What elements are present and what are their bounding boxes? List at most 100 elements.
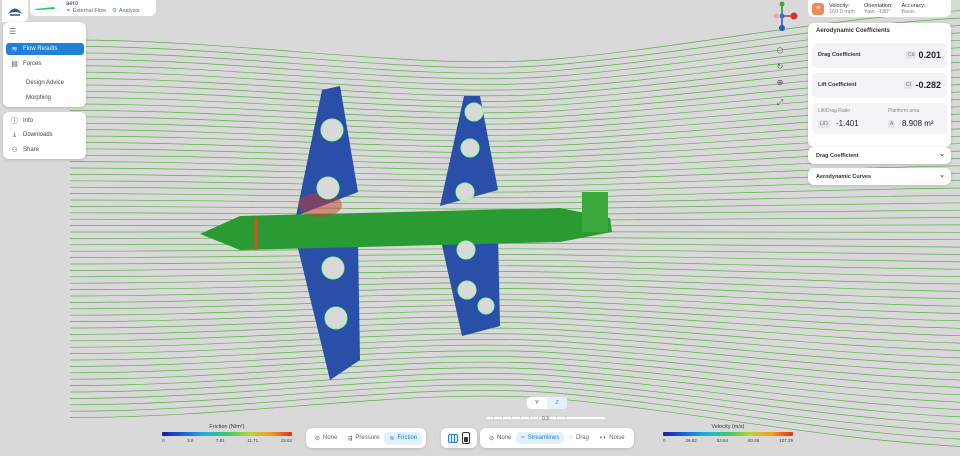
surface-none-option[interactable]: ⊘ None xyxy=(310,432,342,445)
streamlines-icon: ≈ xyxy=(521,435,525,441)
none-icon: ⊘ xyxy=(315,435,321,442)
legend-tick: 15.62 xyxy=(280,438,292,443)
streamline xyxy=(69,310,960,337)
velocity-value: 160.0 mph xyxy=(829,8,855,15)
flow-none-option[interactable]: ⊘ None xyxy=(484,432,516,445)
flow-drag-option[interactable]: ◌ Drag xyxy=(564,432,594,444)
fuselage xyxy=(200,208,612,250)
streamline xyxy=(69,276,960,292)
fullscreen-icon[interactable]: ⤢ xyxy=(773,98,787,110)
streamline xyxy=(69,333,960,366)
surface-mode-selector: ⊘ None ⇶ Pressure ≋ Friction xyxy=(306,428,427,448)
area-label: Planform area xyxy=(888,108,920,114)
project-name: aero xyxy=(66,1,79,7)
ld-value: -1.401 xyxy=(836,119,859,128)
legend-tick: 107.29 xyxy=(779,438,793,443)
drag-icon: ◌ xyxy=(569,435,573,441)
toggle-icon[interactable] xyxy=(462,432,470,444)
orientation-label: Orientation: xyxy=(864,2,893,9)
grid-icon[interactable] xyxy=(448,433,458,443)
nav-item-downloads[interactable]: ⤓ Downloads xyxy=(6,129,84,141)
color-scale xyxy=(663,432,793,436)
aerodynamic-coefficients-panel: Aerodynamic Coefficients Drag Coefficien… xyxy=(808,23,951,147)
lift-value: -0.282 xyxy=(915,80,941,90)
area-badge: A xyxy=(888,120,896,128)
axis-y-button[interactable]: Y xyxy=(527,397,547,409)
drag-coefficient-dropdown[interactable]: Drag Coefficient ⌄ xyxy=(808,147,951,164)
flow-icon: ≋ xyxy=(11,46,18,53)
flow-noise-option[interactable]: ◖◗ Noise xyxy=(594,432,630,444)
nav-item-design-advice[interactable]: Design Advice xyxy=(6,77,84,89)
legend-tick: 3.9 xyxy=(187,438,194,443)
nav-item-forces[interactable]: ▤ Forces xyxy=(6,58,84,70)
legend-title: Velocity (m/s) xyxy=(711,424,745,430)
nav-item-flow-results[interactable]: ≋ Flow Results xyxy=(6,43,84,55)
cube-view-icon[interactable]: ⬡ xyxy=(773,46,787,58)
share-icon: ⚇ xyxy=(11,147,18,154)
streamline xyxy=(69,259,960,270)
flow-streamlines-option[interactable]: ≈ Streamlines xyxy=(516,432,565,444)
flow-mode-selector: ⊘ None ≈ Streamlines ◌ Drag ◖◗ Noise xyxy=(480,428,634,448)
streamline xyxy=(69,316,960,344)
slider-value: 0.3 xyxy=(542,416,549,422)
streamline xyxy=(69,242,960,248)
surface-pressure-option[interactable]: ⇶ Pressure xyxy=(342,432,384,445)
legend-tick: 0 xyxy=(162,438,165,443)
aerodynamic-curves-dropdown[interactable]: Aerodynamic Curves ⌄ xyxy=(808,168,951,185)
legend-tick: 26.82 xyxy=(685,438,697,443)
nav-item-info[interactable]: ⓘ Info xyxy=(6,115,84,127)
streamline xyxy=(69,373,960,418)
surface-friction-option[interactable]: ≋ Friction xyxy=(384,431,423,445)
rotate-icon[interactable]: ↻ xyxy=(773,62,787,74)
noise-icon: ◖◗ xyxy=(598,435,607,441)
lift-label: Lift Coefficient xyxy=(818,82,857,88)
color-scale xyxy=(162,432,292,436)
forces-icon: ▤ xyxy=(11,61,18,68)
orientation-gizmo[interactable] xyxy=(766,0,802,34)
drag-coefficient-card: Drag Coefficient Cd 0.201 xyxy=(812,43,947,68)
project-thumbnail xyxy=(35,7,55,10)
orbit-icon[interactable]: ⊕ xyxy=(773,78,787,90)
friction-legend: Friction (N/m²) 0 3.9 7.81 11.71 15.62 xyxy=(162,424,292,448)
project-header[interactable]: aero ✦ External Flow ⚙ Analysis xyxy=(30,0,156,16)
velocity-legend: Velocity (m/s) 0 26.82 53.64 80.46 107.2… xyxy=(663,424,793,448)
nav-item-share[interactable]: ⚇ Share xyxy=(6,144,84,156)
streamline xyxy=(69,293,960,314)
info-icon: ⓘ xyxy=(11,118,18,125)
hamburger-icon[interactable]: ☰ xyxy=(9,27,16,36)
slice-slider[interactable]: ||||||||| 0.3 xyxy=(487,414,605,422)
tag-external-flow: ✦ External Flow xyxy=(66,8,106,14)
cl-badge: Cl xyxy=(904,81,913,89)
nav-item-morphing[interactable]: Morphing xyxy=(6,92,84,104)
streamline xyxy=(69,282,960,300)
ld-badge: L/D xyxy=(818,120,830,128)
streamline xyxy=(69,248,960,255)
flow-type-icon: ✦ xyxy=(66,8,71,14)
axis-z-button[interactable]: Z xyxy=(547,397,567,409)
tag-analysis: ⚙ Analysis xyxy=(111,8,140,14)
streamline xyxy=(69,187,960,199)
utility-nav: ⓘ Info ⤓ Downloads ⚇ Share xyxy=(3,112,86,159)
panel-title: Aerodynamic Coefficients xyxy=(816,28,891,34)
analysis-icon: ⚙ xyxy=(111,8,117,14)
tail-fin xyxy=(582,192,608,232)
accuracy-label: Accuracy: xyxy=(901,2,926,9)
legend-tick: 0 xyxy=(663,438,666,443)
aircraft-model xyxy=(200,86,612,380)
legend-tick: 11.71 xyxy=(247,438,259,443)
streamline xyxy=(69,288,960,307)
app-logo[interactable] xyxy=(2,0,28,22)
friction-icon: ≋ xyxy=(389,435,395,442)
conditions-header[interactable]: ≡ Velocity: 160.0 mph Orientation: Yaw: -1… xyxy=(808,0,951,17)
legend-tick: 80.46 xyxy=(747,438,760,443)
download-icon: ⤓ xyxy=(12,131,17,138)
none-icon: ⊘ xyxy=(489,435,495,442)
drag-value: 0.201 xyxy=(918,50,941,60)
drag-label: Drag Coefficient xyxy=(818,52,861,58)
legend-tick: 7.81 xyxy=(215,438,225,443)
cd-badge: Cd xyxy=(906,51,917,59)
lift-coefficient-card: Lift Coefficient Cl -0.282 xyxy=(812,73,947,98)
area-value: 8.908 m² xyxy=(902,119,934,128)
streamline xyxy=(69,265,960,277)
streamline xyxy=(69,254,960,263)
